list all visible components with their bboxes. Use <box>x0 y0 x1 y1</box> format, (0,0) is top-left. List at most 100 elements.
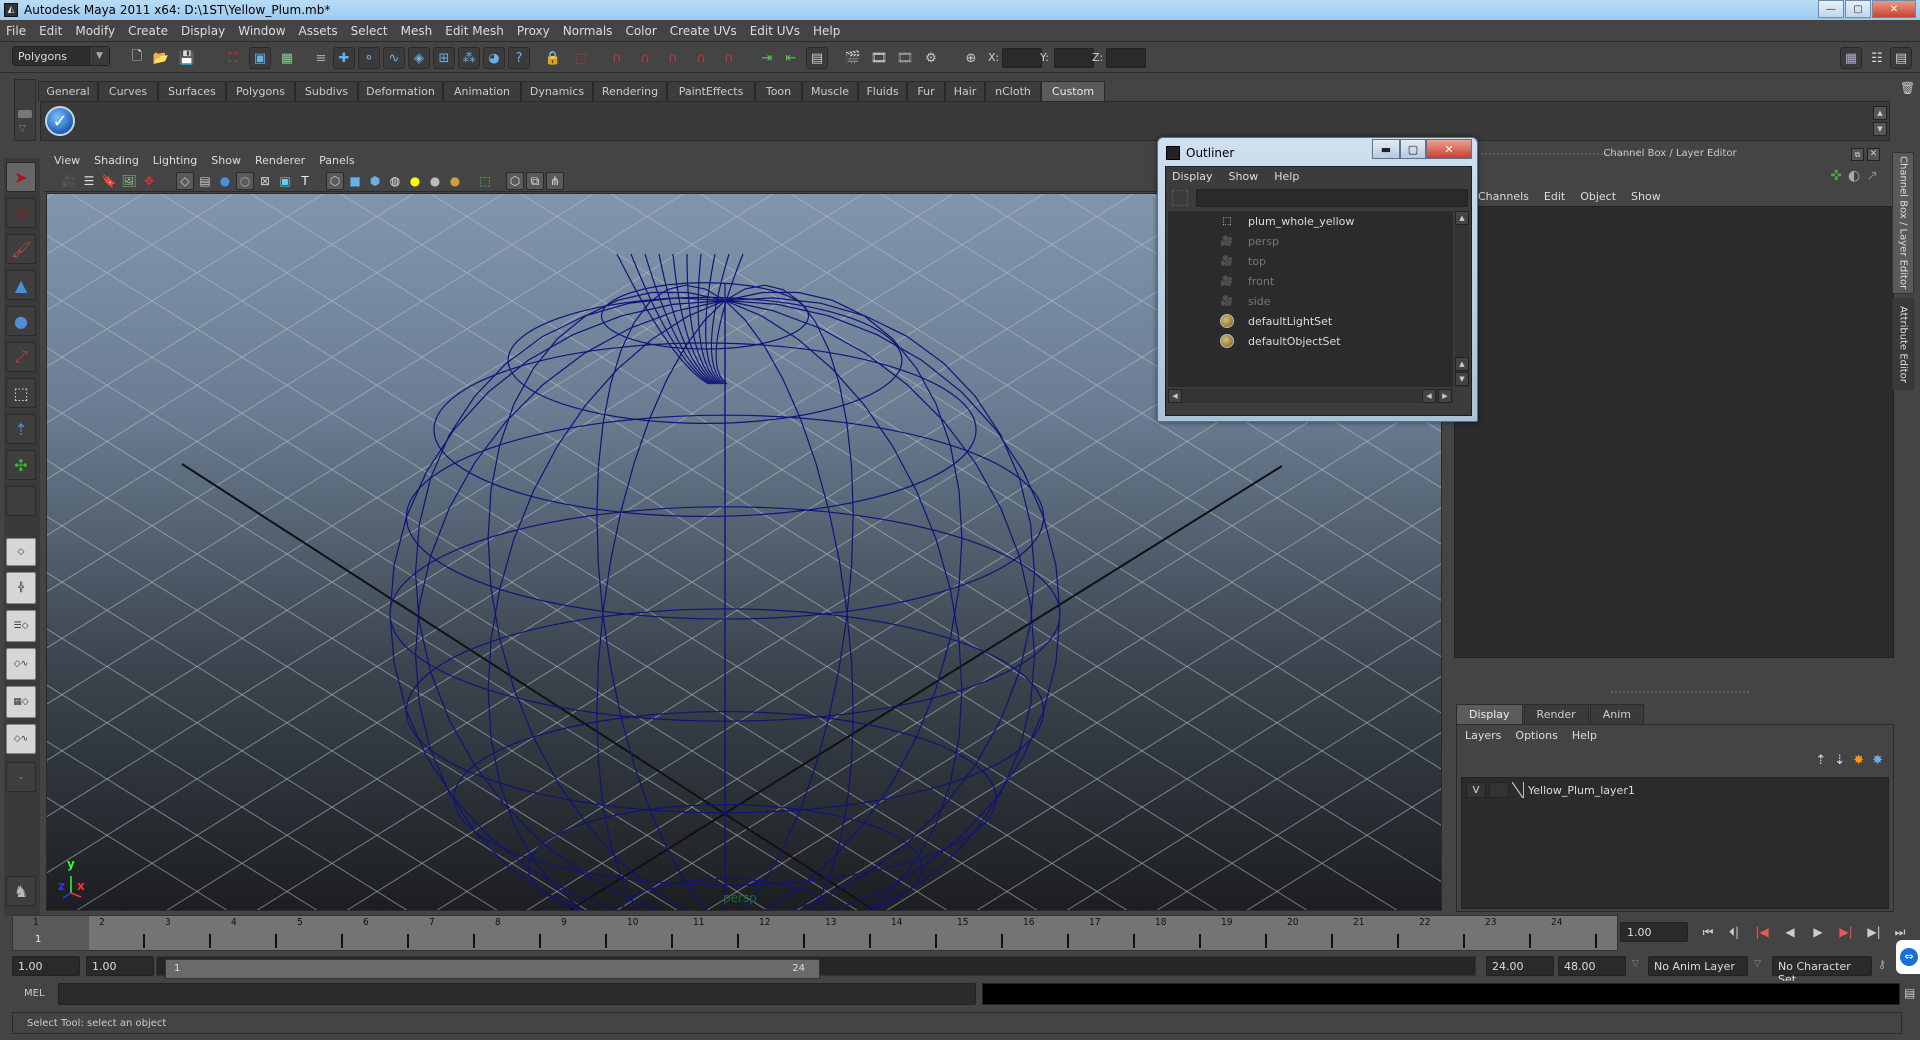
panel-resize-handle[interactable] <box>1610 690 1750 694</box>
shelf-tab-fluids[interactable]: Fluids <box>858 81 907 101</box>
outliner-item[interactable]: defaultLightSet <box>1168 311 1448 331</box>
outliner-item[interactable]: defaultObjectSet <box>1168 331 1448 351</box>
anim-layer-dropdown-icon[interactable]: ▽ <box>1632 959 1639 969</box>
shelf-tab-dynamics[interactable]: Dynamics <box>521 81 593 101</box>
shelf-tab-fur[interactable]: Fur <box>907 81 945 101</box>
go-to-start-button[interactable]: ⏮ <box>1698 924 1718 940</box>
rotate-tool-icon[interactable]: ● <box>6 306 36 336</box>
play-backwards-button[interactable]: ◀ <box>1780 924 1800 940</box>
step-forward-key-button[interactable]: ▶| <box>1836 924 1856 940</box>
auto-key-icon[interactable]: ⚷ <box>1878 958 1886 971</box>
layer-tab-anim[interactable]: Anim <box>1589 704 1644 724</box>
open-scene-icon[interactable]: 📂 <box>150 47 172 69</box>
snap-to-grids-icon[interactable]: ∩ <box>606 47 628 69</box>
hyper-arrow-icon[interactable]: ↗ <box>1866 168 1878 184</box>
filter-selection-icon[interactable] <box>1172 190 1188 206</box>
layer-tab-render[interactable]: Render <box>1523 704 1589 724</box>
trash-icon[interactable]: 🗑 <box>1900 81 1915 95</box>
persp-outliner-layout-icon[interactable]: ☰◇ <box>6 610 36 642</box>
show-manipulator-icon[interactable]: ✣ <box>6 450 36 480</box>
playback-end-time-input[interactable]: 24.00 <box>1486 956 1554 976</box>
x-coordinate-input[interactable] <box>1002 48 1042 68</box>
snap-to-points-icon[interactable]: ∩ <box>662 47 684 69</box>
grid-toggle-icon[interactable]: ◇ <box>176 172 194 190</box>
playback-start-time-input[interactable]: 1.00 <box>86 956 154 976</box>
outliner-close-button[interactable]: ✕ <box>1426 139 1472 159</box>
step-back-key-button[interactable]: |◀ <box>1752 924 1772 940</box>
menu-display[interactable]: Display <box>181 24 225 38</box>
command-language-label[interactable]: MEL <box>24 988 45 999</box>
outliner-maximize-button[interactable]: ▢ <box>1400 139 1426 159</box>
gate-mask-icon[interactable]: ○ <box>236 172 254 190</box>
shelf-tab-animation[interactable]: Animation <box>443 81 521 101</box>
cb-menu-show[interactable]: Show <box>1631 190 1661 203</box>
menu-edit-uvs[interactable]: Edit UVs <box>750 24 800 38</box>
menu-set-dropdown[interactable]: Polygons ▼ <box>12 46 110 66</box>
shelf-tab-hair[interactable]: Hair <box>945 81 985 101</box>
layer-menu-help[interactable]: Help <box>1572 729 1597 742</box>
new-scene-icon[interactable]: 🗋 <box>126 47 148 69</box>
show-hide-tool-settings-icon[interactable]: ☷ <box>1866 47 1888 69</box>
shelf-menu-handle[interactable]: ▽ <box>14 79 36 141</box>
scale-tool-icon[interactable]: ⤢ <box>6 342 36 372</box>
menu-select[interactable]: Select <box>351 24 388 38</box>
scroll-left-button-2[interactable]: ◀ <box>1422 389 1436 403</box>
shelf-tab-deformation[interactable]: Deformation <box>358 81 443 101</box>
scroll-up-button-2[interactable]: ▲ <box>1455 357 1469 371</box>
select-by-object-type-icon[interactable]: ▣ <box>249 47 271 69</box>
outliner-vertical-scrollbar[interactable]: ▲ ▲ ▼ <box>1455 211 1469 387</box>
menu-file[interactable]: File <box>6 24 26 38</box>
character-set-dropdown[interactable]: No Character Set <box>1772 956 1872 986</box>
layer-name[interactable]: Yellow_Plum_layer1 <box>1528 784 1635 797</box>
checkmark-icon[interactable]: ✓ <box>45 106 75 136</box>
ipr-render-icon[interactable]: 🎞 <box>894 47 916 69</box>
xray-joints-icon[interactable]: ⧉ <box>526 172 544 190</box>
scroll-right-button[interactable]: ▶ <box>1438 389 1452 403</box>
select-camera-icon[interactable]: 🎥 <box>60 172 78 190</box>
current-time-input[interactable]: 1.00 <box>1620 922 1688 942</box>
menu-mesh[interactable]: Mesh <box>401 24 433 38</box>
snap-to-view-planes-icon[interactable]: ∩ <box>690 47 712 69</box>
four-view-layout-icon[interactable]: ╬ <box>6 572 36 604</box>
lock-selection-icon[interactable]: 🔒 <box>542 47 564 69</box>
triangle-down-icon[interactable]: ▽ <box>19 124 26 134</box>
save-scene-icon[interactable]: 💾 <box>176 47 198 69</box>
select-dynamics-icon[interactable]: ⁂ <box>458 47 480 69</box>
shelf-tab-rendering[interactable]: Rendering <box>593 81 667 101</box>
xray-active-components-icon[interactable]: ⋔ <box>546 172 564 190</box>
step-back-frame-button[interactable]: ⏴| <box>1724 924 1744 940</box>
select-rendering-icon[interactable]: ◕ <box>483 47 505 69</box>
persp-graph-hypergraph-layout-icon[interactable]: ◇∿ <box>6 724 36 754</box>
maximize-button[interactable]: ▢ <box>1845 0 1871 18</box>
select-by-component-icon[interactable]: ▦ <box>276 47 298 69</box>
menu-assets[interactable]: Assets <box>299 24 338 38</box>
single-perspective-layout-icon[interactable]: ◇ <box>6 538 36 566</box>
render-settings-icon[interactable]: ⚙ <box>920 47 942 69</box>
outliner-item[interactable]: ⬚ plum_whole_yellow <box>1168 211 1448 231</box>
float-panel-icon[interactable]: ⧉ <box>1851 148 1864 161</box>
render-current-frame-icon[interactable]: 🎞 <box>868 47 890 69</box>
input-connections-icon[interactable]: ⇥ <box>756 47 778 69</box>
menu-color[interactable]: Color <box>625 24 656 38</box>
shelf-tab-painteffects[interactable]: PaintEffects <box>667 81 755 101</box>
shelf-scroll-down[interactable]: ▼ <box>1873 122 1887 136</box>
outliner-horizontal-scrollbar[interactable]: ◀ ◀ ▶ <box>1168 389 1453 403</box>
absolute-transform-icon[interactable]: ⊕ <box>960 47 982 69</box>
panel-menu-view[interactable]: View <box>54 154 80 167</box>
select-by-hierarchy-icon[interactable]: ⛶ <box>222 47 244 69</box>
cb-menu-edit[interactable]: Edit <box>1544 190 1565 203</box>
layer-visibility-toggle[interactable]: V <box>1466 782 1486 798</box>
cb-menu-channels[interactable]: Channels <box>1478 190 1529 203</box>
scroll-up-button[interactable]: ▲ <box>1455 211 1469 225</box>
menu-edit-mesh[interactable]: Edit Mesh <box>445 24 504 38</box>
close-panel-icon[interactable]: ✕ <box>1867 148 1880 161</box>
hypershade-persp-layout-icon[interactable]: ▦◇ <box>6 686 36 718</box>
highlight-selection-icon[interactable]: ⬚ <box>570 47 592 69</box>
isolate-select-icon[interactable]: ⬚ <box>476 172 494 190</box>
shelf-tab-curves[interactable]: Curves <box>98 81 158 101</box>
layer-tab-display[interactable]: Display <box>1456 704 1523 724</box>
menu-edit[interactable]: Edit <box>39 24 62 38</box>
camera-attributes-icon[interactable]: ☰ <box>80 172 98 190</box>
two-d-pan-zoom-icon[interactable]: ✥ <box>140 172 158 190</box>
shelf-tab-subdivs[interactable]: Subdivs <box>295 81 358 101</box>
